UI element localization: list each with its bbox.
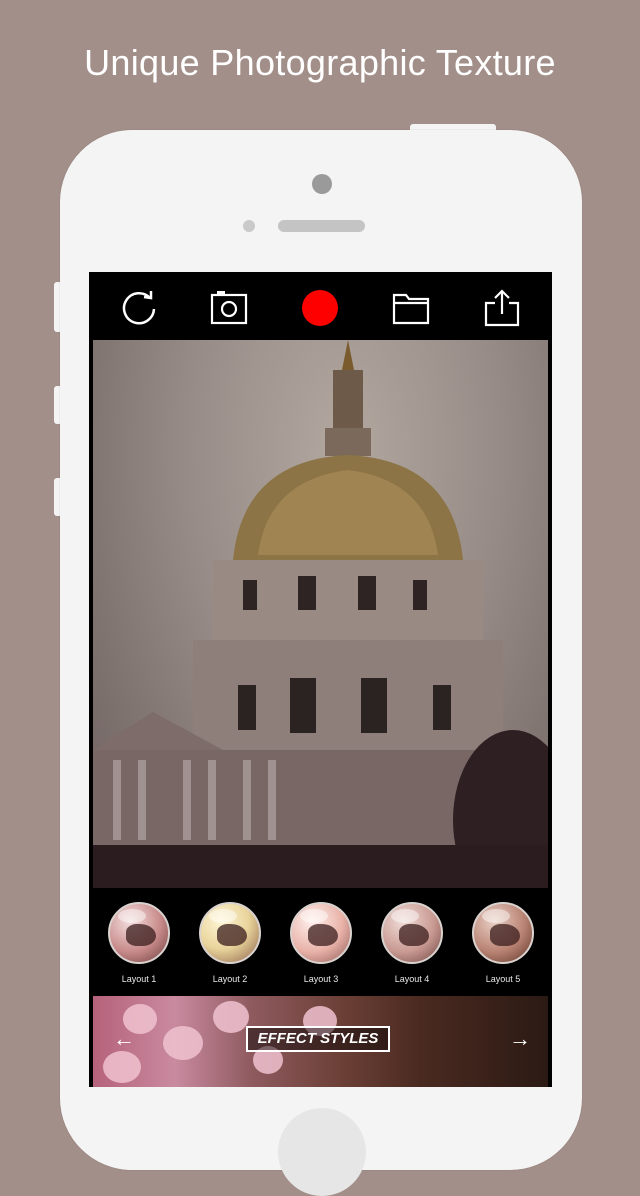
refresh-button[interactable] (119, 288, 159, 328)
record-button[interactable] (300, 288, 340, 328)
layout-label: Layout 1 (121, 974, 157, 984)
previous-effect-arrow[interactable]: ← (113, 1026, 135, 1052)
folder-button[interactable] (391, 288, 431, 328)
layout-option[interactable]: Layout 2 (195, 902, 265, 984)
refresh-icon (122, 291, 156, 325)
camera-button[interactable] (209, 288, 249, 328)
home-button (278, 1108, 366, 1196)
layout-label: Layout 3 (303, 974, 339, 984)
effect-styles-bar: ← EFFECT STYLES → (93, 996, 548, 1087)
layout-option[interactable]: Layout 4 (377, 902, 447, 984)
share-icon (484, 289, 520, 327)
layout-thumbnail (290, 902, 352, 964)
layout-thumbnail (199, 902, 261, 964)
headline: Unique Photographic Texture (84, 42, 556, 83)
next-effect-arrow[interactable]: → (509, 1026, 531, 1052)
app-screen: Layout 1 Layout 2 Layout 3 Layout 4 Layo… (89, 272, 552, 1087)
proximity-sensor (243, 220, 255, 232)
share-button[interactable] (482, 288, 522, 328)
effect-styles-label[interactable]: EFFECT STYLES (246, 1026, 390, 1052)
toolbar (89, 272, 552, 340)
folder-icon (392, 293, 430, 325)
earpiece-speaker (278, 220, 365, 232)
layout-thumbnail (381, 902, 443, 964)
camera-icon (210, 291, 248, 325)
photo-preview[interactable] (93, 340, 548, 888)
layout-thumbnail (472, 902, 534, 964)
layout-label: Layout 4 (394, 974, 430, 984)
layout-label: Layout 2 (212, 974, 248, 984)
layout-thumbnail (108, 902, 170, 964)
layout-option[interactable]: Layout 3 (286, 902, 356, 984)
layout-option[interactable]: Layout 5 (468, 902, 538, 984)
front-camera (312, 174, 332, 194)
dome-building-image (93, 340, 548, 888)
record-dot (302, 290, 338, 326)
layout-strip: Layout 1 Layout 2 Layout 3 Layout 4 Layo… (89, 888, 552, 996)
layout-option[interactable]: Layout 1 (104, 902, 174, 984)
layout-label: Layout 5 (485, 974, 521, 984)
